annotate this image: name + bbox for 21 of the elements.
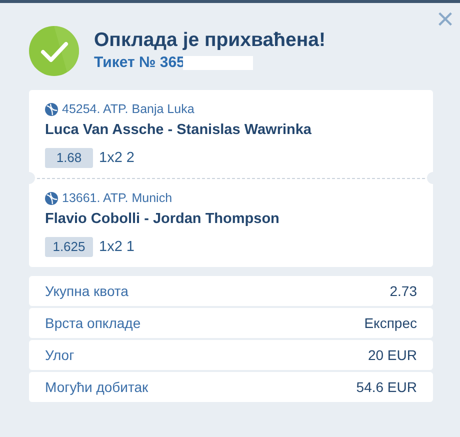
match-name: Luca Van Assche - Stanislas Wawrinka bbox=[45, 120, 312, 139]
ball-icon bbox=[45, 192, 58, 206]
bet-pick: 1x2 2 bbox=[99, 148, 134, 167]
summary-label: Укупна квота bbox=[45, 282, 128, 300]
summary-value: 54.6 EUR bbox=[356, 378, 417, 396]
league-name: 45254. ATP. Banja Luka bbox=[62, 102, 194, 118]
odds-value: 1.625 bbox=[45, 236, 93, 257]
title: Опклада је прихваћена! bbox=[94, 28, 326, 52]
match-name: Flavio Cobolli - Jordan Thompson bbox=[45, 210, 280, 228]
close-button[interactable]: × bbox=[436, 5, 454, 35]
summary-value: 2.73 bbox=[390, 282, 417, 300]
odds-value: 1.68 bbox=[45, 148, 93, 168]
summary-label: Врста опкладе bbox=[45, 314, 141, 332]
summary-value: 20 EUR bbox=[368, 346, 417, 364]
summary-value: Експрес bbox=[364, 314, 417, 332]
summary-label: Улог bbox=[45, 346, 74, 364]
ball-icon bbox=[45, 103, 58, 116]
summary-label: Могући добитак bbox=[45, 378, 148, 396]
bet-pick: 1x2 1 bbox=[99, 238, 134, 256]
checkmark-icon bbox=[29, 26, 79, 76]
league-name: 13661. ATP. Munich bbox=[62, 191, 172, 207]
